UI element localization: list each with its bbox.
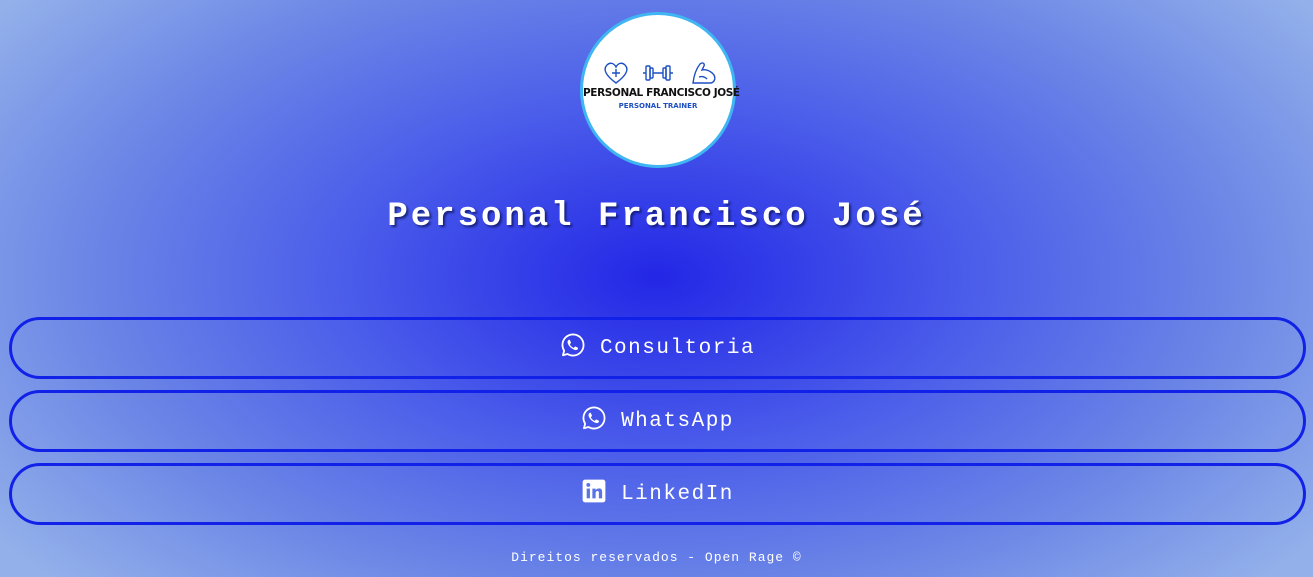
logo-subtitle: PERSONAL TRAINER [618, 102, 698, 110]
linkedin-icon [582, 479, 606, 503]
profile-name: Personal Francisco José [387, 198, 926, 236]
footer-copyright: Direitos reservados - Open Rage © [511, 550, 802, 565]
whatsapp-icon [561, 333, 585, 357]
linkedin-label: LinkedIn [621, 482, 734, 506]
profile-logo: PERSONAL FRANCISCO JOSÉ PERSONAL TRAINER [580, 12, 740, 168]
heart-plus-icon [604, 62, 628, 84]
logo-icons [604, 62, 716, 84]
dumbbell-icon [643, 65, 673, 81]
logo-title: PERSONAL FRANCISCO JOSÉ [583, 87, 740, 99]
whatsapp-button[interactable]: WhatsApp [9, 390, 1306, 452]
linkedin-button[interactable]: LinkedIn [9, 463, 1306, 525]
flexed-arm-icon [692, 62, 716, 84]
whatsapp-icon [582, 406, 606, 430]
consultoria-button[interactable]: Consultoria [9, 317, 1306, 379]
consultoria-label: Consultoria [599, 336, 756, 360]
whatsapp-label: WhatsApp [621, 409, 734, 433]
